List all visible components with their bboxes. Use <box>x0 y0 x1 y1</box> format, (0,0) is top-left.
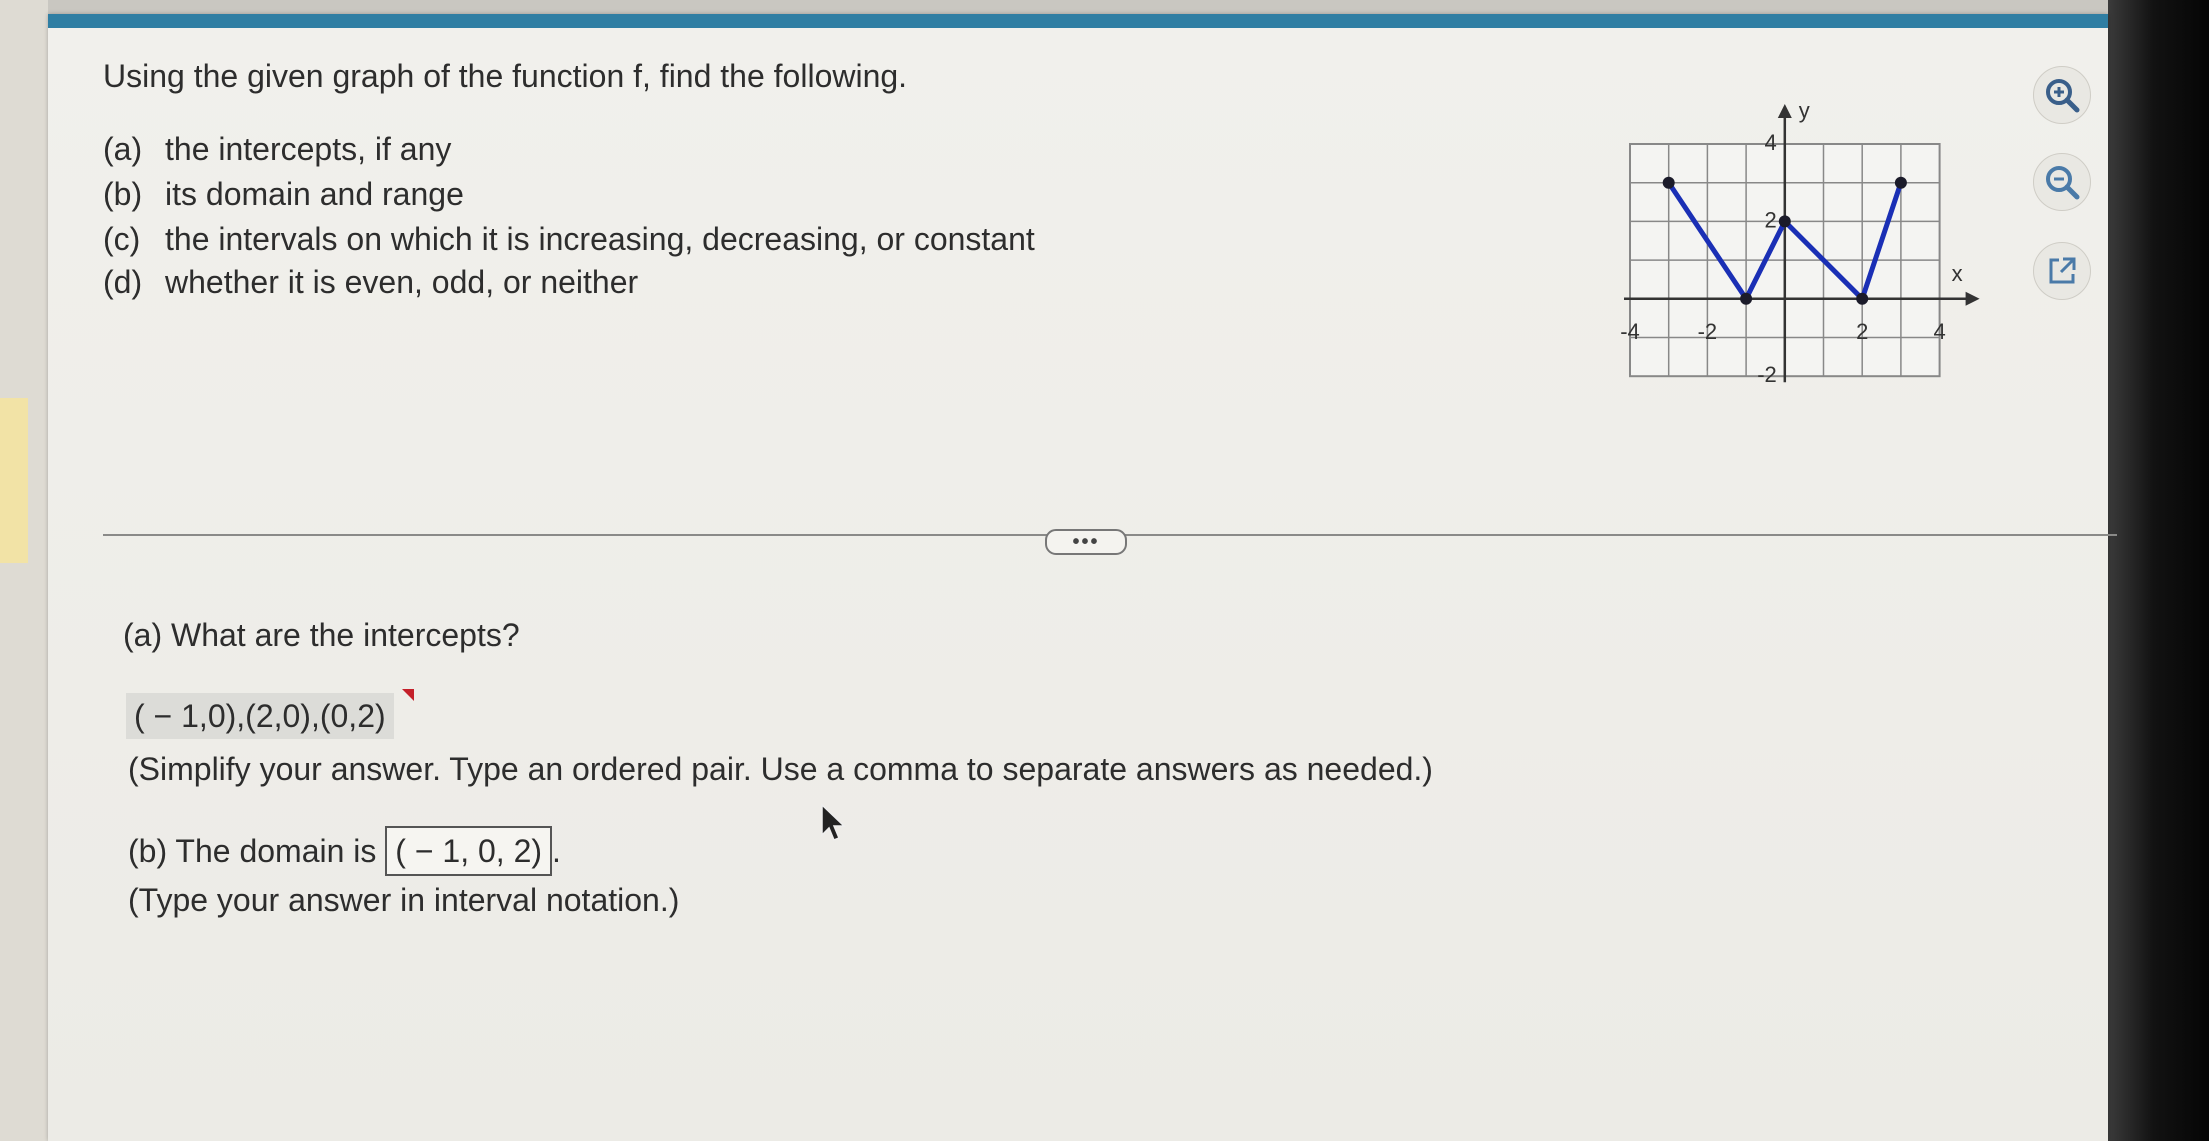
question-a: (a) What are the intercepts? <box>123 617 520 653</box>
x-tick-label: -4 <box>1620 319 1640 344</box>
part-tag: (b) <box>103 176 143 212</box>
domain-answer-field[interactable]: ( − 1, 0, 2) <box>385 826 553 876</box>
zoom-in-icon <box>2046 79 2080 113</box>
question-b-suffix: . <box>552 833 561 869</box>
answer-a-hint: (Simplify your answer. Type an ordered p… <box>128 751 1433 787</box>
part-text: the intervals on which it is increasing,… <box>165 221 1035 257</box>
window-right-edge <box>2108 0 2209 1141</box>
part-tag: (d) <box>103 264 143 300</box>
x-axis-arrow <box>1965 291 1980 306</box>
part-a-prompt: (a) the intercepts, if any <box>103 131 451 168</box>
graph-point <box>1778 215 1791 228</box>
x-tick-label: 2 <box>1856 319 1868 344</box>
mouse-cursor-icon <box>821 803 846 841</box>
x-tick-label: -2 <box>1698 319 1718 344</box>
popout-icon <box>2049 257 2076 284</box>
answer-b-hint: (Type your answer in interval notation.) <box>128 882 680 918</box>
part-c-prompt: (c) the intervals on which it is increasi… <box>103 221 1035 258</box>
top-bar <box>48 14 2108 28</box>
graph-point <box>1894 176 1907 189</box>
question-b-prefix: (b) The domain is <box>128 833 377 869</box>
show-more-button[interactable]: ••• <box>1045 529 1127 555</box>
popout-button[interactable] <box>2033 242 2091 300</box>
graph-point <box>1662 176 1675 189</box>
highlight-strip <box>0 398 28 563</box>
part-d-prompt: (d) whether it is even, odd, or neither <box>103 264 638 301</box>
y-tick-label: 4 <box>1765 130 1777 155</box>
zoom-out-icon <box>2046 166 2080 200</box>
incorrect-marker <box>402 689 414 701</box>
y-axis-arrow <box>1777 104 1792 118</box>
x-tick-label: 4 <box>1933 319 1945 344</box>
function-graph: -4 -2 2 4 4 2 -2 x y <box>1620 98 1980 387</box>
part-b-prompt: (b) its domain and range <box>103 176 464 213</box>
problem-title: Using the given graph of the function f,… <box>103 58 908 94</box>
y-tick-label: 2 <box>1765 207 1777 232</box>
part-text: the intercepts, if any <box>165 131 452 167</box>
part-tag: (c) <box>103 221 141 257</box>
part-tag: (a) <box>103 131 143 167</box>
zoom-in-button[interactable] <box>2033 66 2091 124</box>
zoom-out-button[interactable] <box>2033 153 2091 211</box>
question-b: (b) The domain is ( − 1, 0, 2). <box>128 826 561 876</box>
part-text: its domain and range <box>165 176 464 212</box>
window-left-edge <box>0 0 48 1141</box>
x-axis-label: x <box>1952 261 1963 286</box>
answer-a-field[interactable]: ( − 1,0),(2,0),(0,2) <box>126 693 394 739</box>
y-axis-label: y <box>1799 98 1810 123</box>
graph-point <box>1856 292 1869 305</box>
part-text: whether it is even, odd, or neither <box>165 264 639 300</box>
graph-point <box>1740 292 1753 305</box>
y-tick-label: -2 <box>1757 362 1777 387</box>
question-panel: Using the given graph of the function f,… <box>48 14 2117 1141</box>
